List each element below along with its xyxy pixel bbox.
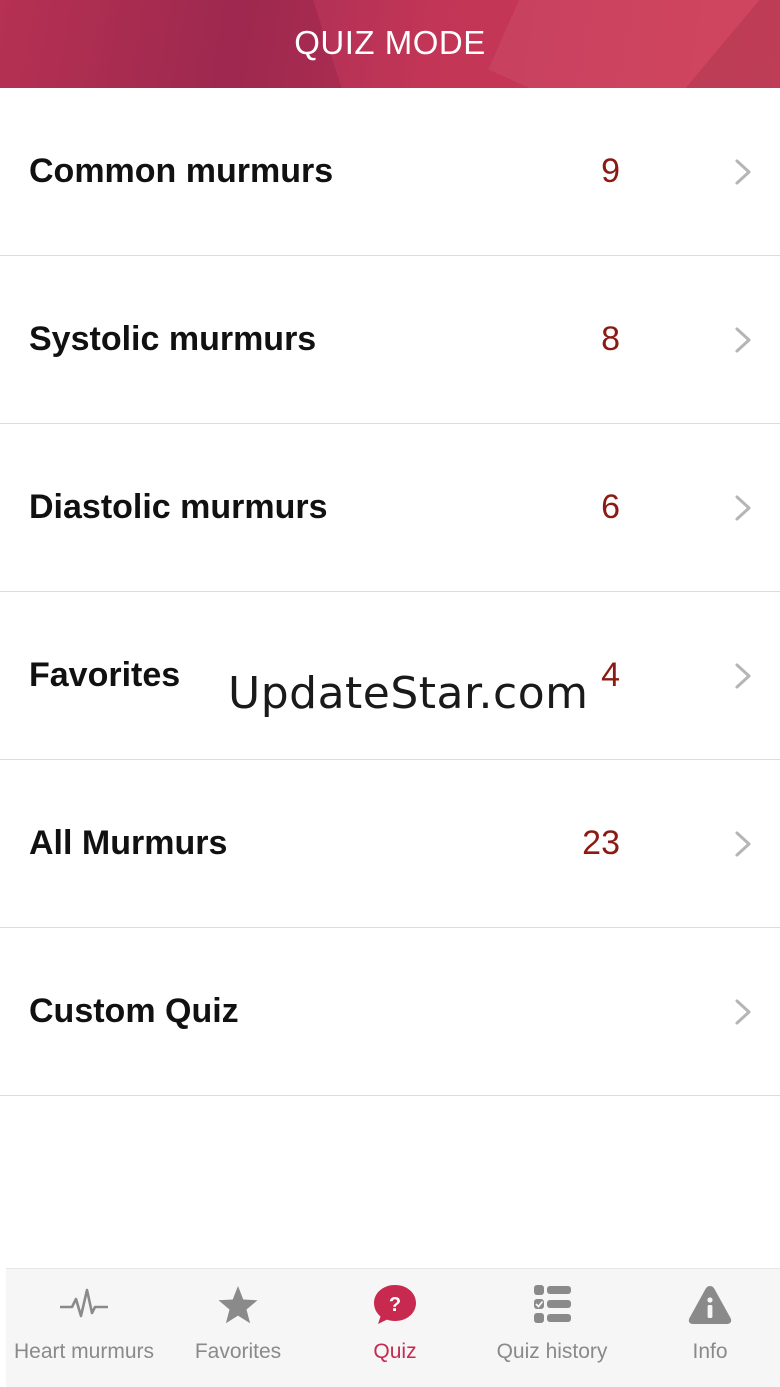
list-item-count: 23: [582, 824, 620, 862]
list-item-label: Favorites: [29, 656, 181, 694]
heartbeat-icon: [60, 1288, 108, 1318]
info-triangle-icon: [688, 1286, 732, 1324]
list-item-label: Custom Quiz: [29, 992, 239, 1030]
svg-text:?: ?: [389, 1294, 401, 1316]
tab-quiz-history[interactable]: Quiz history: [474, 1269, 630, 1387]
tab-label: Info: [692, 1340, 728, 1363]
chevron-right-icon: [735, 999, 751, 1025]
list-item-custom-quiz[interactable]: Custom Quiz: [0, 928, 780, 1096]
header-bar: QUIZ MODE: [0, 0, 780, 88]
list-item-label: Systolic murmurs: [29, 320, 317, 358]
quiz-category-list: Common murmurs 9 Systolic murmurs 8 Dias…: [0, 88, 780, 1096]
tab-label: Favorites: [194, 1340, 282, 1363]
list-item-all-murmurs[interactable]: All Murmurs 23: [0, 760, 780, 928]
list-item-count: 9: [601, 152, 620, 190]
list-item-diastolic-murmurs[interactable]: Diastolic murmurs 6: [0, 424, 780, 592]
tab-label: Quiz history: [496, 1340, 608, 1363]
list-item-count: 8: [601, 320, 620, 358]
page-title: QUIZ MODE: [294, 24, 486, 61]
star-icon: [218, 1286, 258, 1324]
tab-favorites[interactable]: Favorites: [160, 1269, 316, 1387]
chevron-right-icon: [735, 495, 751, 521]
tab-label: Heart murmurs: [13, 1340, 155, 1363]
watermark-text: UpdateStar.com: [228, 668, 589, 719]
list-item-systolic-murmurs[interactable]: Systolic murmurs 8: [0, 256, 780, 424]
chevron-right-icon: [735, 327, 751, 353]
tab-label: Quiz: [373, 1340, 417, 1363]
chevron-right-icon: [735, 831, 751, 857]
list-item-count: 6: [601, 488, 620, 526]
chevron-right-icon: [735, 159, 751, 185]
tab-heart-murmurs[interactable]: Heart murmurs: [6, 1269, 162, 1387]
list-item-label: All Murmurs: [29, 824, 228, 862]
tab-info[interactable]: Info: [632, 1269, 780, 1387]
list-item-common-murmurs[interactable]: Common murmurs 9: [0, 88, 780, 256]
tab-quiz[interactable]: ? Quiz: [317, 1269, 473, 1387]
checklist-icon: [534, 1285, 571, 1323]
list-item-label: Diastolic murmurs: [29, 488, 328, 526]
list-item-label: Common murmurs: [29, 152, 334, 190]
chevron-right-icon: [735, 663, 751, 689]
question-bubble-icon: ?: [374, 1285, 416, 1324]
tab-bar: Heart murmurs Favorites ? Quiz Quiz hist…: [6, 1268, 780, 1387]
list-item-count: 4: [601, 656, 620, 694]
